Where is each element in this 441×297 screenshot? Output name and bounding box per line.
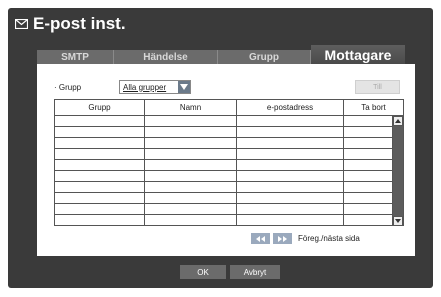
pager-label: Föreg./nästa sida bbox=[298, 234, 360, 243]
dialog-title-text: E-post inst. bbox=[33, 14, 126, 33]
table-row[interactable] bbox=[55, 215, 403, 226]
scroll-down-icon[interactable] bbox=[393, 216, 403, 226]
column-header-namn: Namn bbox=[145, 100, 237, 115]
table-row[interactable] bbox=[55, 116, 403, 127]
pager: Föreg./nästa sida bbox=[251, 233, 360, 244]
tab-mottagare[interactable]: Mottagare bbox=[311, 45, 405, 64]
tab-grupp[interactable]: Grupp bbox=[218, 50, 311, 64]
tab-bar: SMTP Händelse Grupp Mottagare bbox=[37, 45, 405, 64]
table-row[interactable] bbox=[55, 127, 403, 138]
scroll-up-icon[interactable] bbox=[393, 116, 403, 126]
table-row[interactable] bbox=[55, 149, 403, 160]
add-recipient-button[interactable]: Till bbox=[355, 80, 400, 94]
group-filter-label: · Grupp bbox=[54, 83, 82, 92]
table-row[interactable] bbox=[55, 160, 403, 171]
table-scrollbar[interactable] bbox=[393, 116, 403, 226]
tab-smtp[interactable]: SMTP bbox=[37, 50, 114, 64]
column-header-ta-bort: Ta bort bbox=[361, 103, 386, 112]
ok-button[interactable]: OK bbox=[180, 265, 226, 279]
recipient-table: Grupp Namn e-postadress Ta bort bbox=[54, 99, 404, 226]
prev-page-button[interactable] bbox=[251, 233, 270, 244]
table-row[interactable] bbox=[55, 182, 403, 193]
chevron-down-icon[interactable] bbox=[178, 81, 190, 93]
envelope-icon bbox=[15, 19, 28, 29]
column-header-grupp: Grupp bbox=[55, 100, 145, 115]
dialog-title: E-post inst. bbox=[15, 13, 126, 35]
column-header-email: e-postadress bbox=[237, 100, 344, 115]
table-row[interactable] bbox=[55, 171, 403, 182]
recipient-panel: · Grupp Alla grupper Till Grupp Namn e-p… bbox=[37, 64, 415, 256]
group-select-value: Alla grupper bbox=[123, 82, 167, 92]
tab-handelse[interactable]: Händelse bbox=[114, 50, 218, 64]
cancel-button[interactable]: Avbryt bbox=[230, 265, 280, 279]
table-row[interactable] bbox=[55, 204, 403, 215]
table-row[interactable] bbox=[55, 193, 403, 204]
group-select[interactable]: Alla grupper bbox=[119, 80, 191, 94]
next-page-button[interactable] bbox=[273, 233, 292, 244]
table-body bbox=[55, 116, 403, 226]
table-header: Grupp Namn e-postadress Ta bort bbox=[55, 100, 403, 116]
table-row[interactable] bbox=[55, 138, 403, 149]
